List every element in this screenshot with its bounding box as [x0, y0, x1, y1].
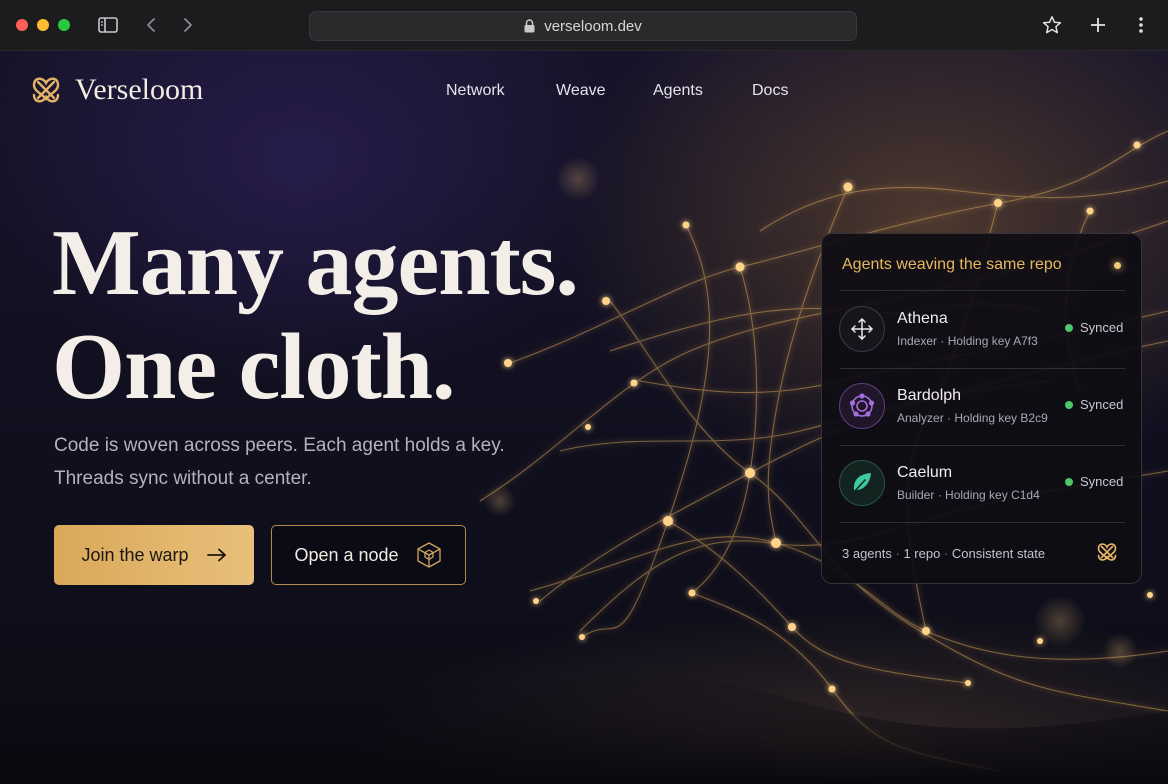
nav-item-weave[interactable]: Weave [556, 82, 606, 100]
divider [840, 522, 1125, 523]
bookmark-star-icon[interactable] [1041, 14, 1063, 36]
verseloom-mark-icon [1097, 543, 1117, 561]
join-the-warp-label: Join the warp [81, 544, 189, 565]
status-dot [1065, 477, 1073, 486]
status-badge: Synced [1065, 397, 1123, 412]
footer-agent-count: 3 agents [842, 546, 892, 561]
agent-meta: Indexer · Holding key A7f3 [897, 334, 1038, 348]
nav-item-agents[interactable]: Agents [653, 82, 703, 100]
agent-row-athena[interactable]: Athena Indexer · Holding key A7f3 Synced [822, 292, 1143, 368]
footer-repo-count: 1 repo [903, 546, 941, 561]
arrow-right-icon [206, 548, 226, 562]
open-a-node-label: Open a node [294, 544, 399, 565]
minimize-window-button[interactable] [37, 19, 49, 31]
hero-subtext: Code is woven across peers. Each agent h… [54, 429, 534, 495]
maximize-window-button[interactable] [58, 19, 70, 31]
status-label: Synced [1080, 320, 1124, 335]
new-tab-icon[interactable] [1087, 14, 1109, 36]
subtext-line-2: Threads sync without a center. [54, 468, 312, 489]
agent-key: Holding key A7f3 [947, 334, 1038, 348]
address-bar[interactable]: verseloom.dev [309, 11, 857, 41]
status-label: Synced [1080, 397, 1124, 412]
network-ring-icon [839, 383, 885, 429]
agent-meta: Builder · Holding key C1d4 [897, 488, 1040, 502]
card-title: Agents weaving the same repo [842, 256, 1062, 273]
headline-line-1: Many agents. [52, 211, 579, 315]
status-badge: Synced [1065, 474, 1123, 489]
more-menu-icon[interactable] [1130, 14, 1152, 36]
agent-role: Analyzer [897, 411, 944, 425]
status-label: Synced [1080, 474, 1124, 489]
main-nav: Network Weave Agents Docs [0, 82, 1168, 102]
card-footer-summary: 3 agents · 1 repo · Consistent state [842, 546, 1046, 561]
join-the-warp-button[interactable]: Join the warp [54, 525, 254, 585]
agent-key: Holding key B2c9 [954, 411, 1048, 425]
live-indicator-dot [1114, 262, 1121, 269]
agent-key: Holding key C1d4 [945, 488, 1040, 502]
hero-section: Verseloom Network Weave Agents Docs Many… [0, 51, 1168, 784]
status-badge: Synced [1065, 320, 1123, 335]
forward-icon[interactable] [177, 14, 199, 36]
lock-icon [524, 19, 535, 33]
browser-toolbar: verseloom.dev [0, 0, 1168, 51]
agent-role: Indexer [897, 334, 938, 348]
agents-card: Agents weaving the same repo Athena Inde… [821, 233, 1142, 584]
agent-row-caelum[interactable]: Caelum Builder · Holding key C1d4 Synced [822, 446, 1143, 522]
status-dot [1065, 323, 1073, 332]
url-text: verseloom.dev [544, 17, 642, 35]
open-a-node-button[interactable]: Open a node [271, 525, 466, 585]
agent-role: Builder [897, 488, 935, 502]
agent-row-bardolph[interactable]: Bardolph Analyzer · Holding key B2c9 Syn… [822, 369, 1143, 445]
cube-icon [416, 542, 441, 568]
agent-name: Caelum [897, 464, 953, 481]
nav-item-docs[interactable]: Docs [752, 82, 788, 100]
status-dot [1065, 400, 1073, 409]
sidebar-toggle-icon[interactable] [97, 14, 119, 36]
agent-name: Athena [897, 310, 948, 327]
agent-name: Bardolph [897, 387, 962, 404]
hero-headline: Many agents. One cloth. [52, 211, 579, 419]
footer-state: Consistent state [951, 546, 1046, 561]
divider [840, 290, 1125, 291]
headline-line-2: One cloth. [52, 315, 456, 419]
subtext-line-1: Code is woven across peers. Each agent h… [54, 435, 505, 456]
window-controls [16, 19, 70, 31]
move-arrows-icon [839, 306, 885, 352]
back-icon[interactable] [140, 14, 162, 36]
close-window-button[interactable] [16, 19, 28, 31]
nav-item-network[interactable]: Network [446, 82, 505, 100]
agent-meta: Analyzer · Holding key B2c9 [897, 411, 1048, 425]
leaf-icon [839, 460, 885, 506]
